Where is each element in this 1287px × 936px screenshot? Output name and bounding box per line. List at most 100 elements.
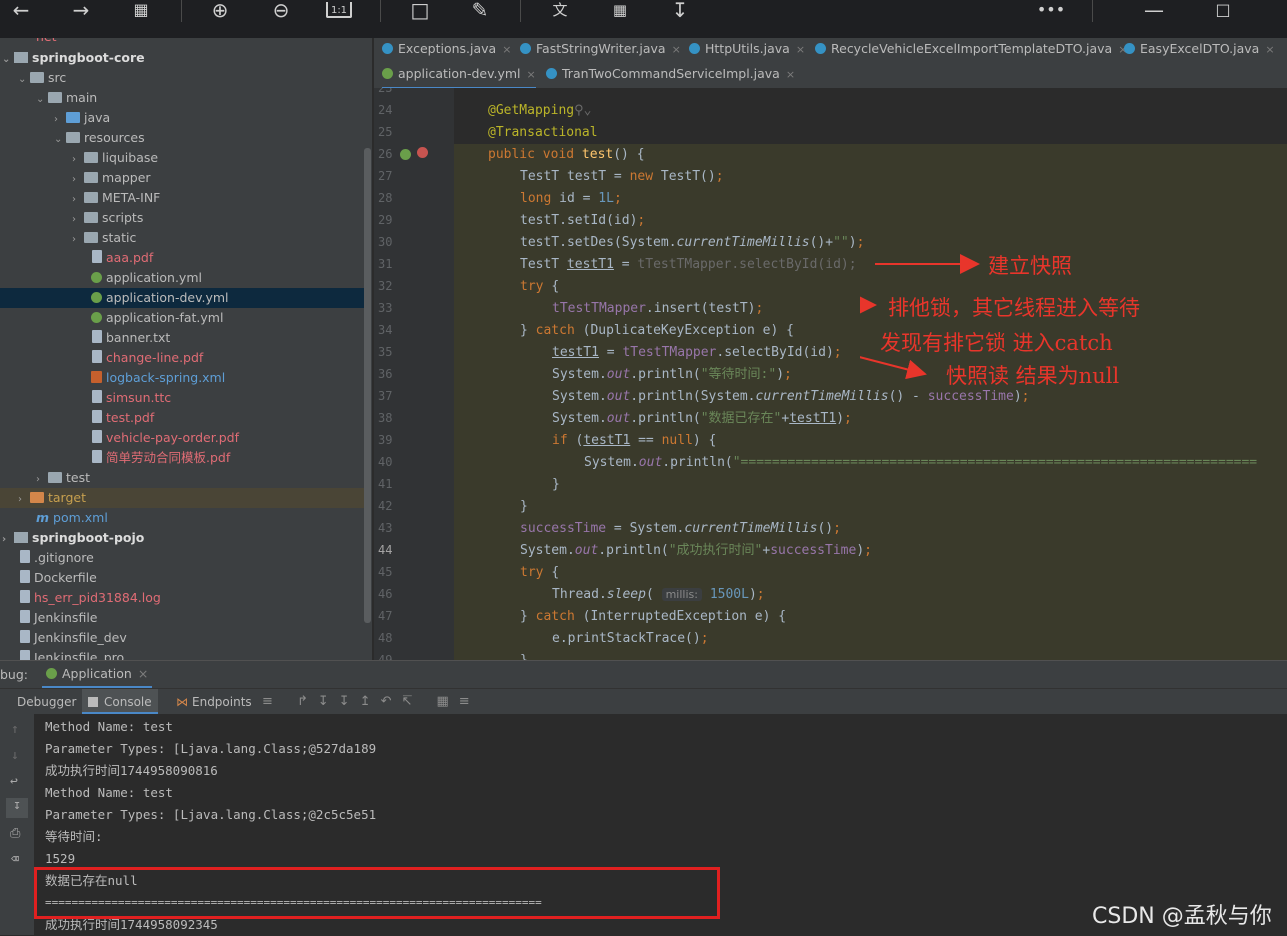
soft-wrap-icon[interactable]: ↩ bbox=[10, 774, 18, 789]
chevron-right-icon[interactable]: › bbox=[72, 190, 84, 210]
tab-easyexceldto[interactable]: EasyExcelDTO.java × bbox=[1124, 38, 1275, 62]
tree-item-mapper[interactable]: › mapper bbox=[72, 168, 151, 188]
tree-item-springboot-pojo[interactable]: › springboot-pojo bbox=[2, 528, 144, 548]
tree-item-file[interactable]: aaa.pdf bbox=[90, 248, 153, 268]
tree-item-file[interactable]: .gitignore bbox=[18, 548, 94, 568]
grid-icon[interactable]: ▦ bbox=[126, 0, 156, 26]
tab-httputils[interactable]: HttpUtils.java × bbox=[689, 38, 805, 62]
tree-item-meta-inf[interactable]: › META-INF bbox=[72, 188, 160, 208]
debug-session-tab[interactable]: Application × bbox=[42, 661, 153, 689]
close-icon[interactable]: × bbox=[138, 666, 148, 681]
tree-item-file[interactable]: application-fat.yml bbox=[90, 308, 223, 328]
trash-icon[interactable]: ⌫ bbox=[11, 852, 19, 867]
tree-item-file[interactable]: logback-spring.xml bbox=[90, 368, 225, 388]
chevron-down-icon[interactable]: ⌄ bbox=[54, 130, 66, 150]
tab-faststringwriter[interactable]: FastStringWriter.java × bbox=[520, 38, 681, 62]
save-icon[interactable]: ↧ bbox=[665, 0, 695, 26]
code-line: long id = 1L; bbox=[520, 191, 622, 206]
tree-item-liquibase[interactable]: › liquibase bbox=[72, 148, 158, 168]
chevron-down-icon[interactable]: ⌄ bbox=[18, 70, 30, 90]
tree-item-java[interactable]: › java bbox=[54, 108, 110, 128]
chevron-right-icon[interactable]: › bbox=[54, 110, 66, 130]
tree-item-file[interactable]: Jenkinsfile_dev bbox=[18, 628, 127, 648]
debug-subtabs: Debugger Console ⋈ Endpoints ≡ ↱↧↧↥↶↸ ▦≡ bbox=[0, 688, 1287, 715]
translate-icon[interactable]: 文 bbox=[545, 0, 575, 26]
zoom-in-icon[interactable]: ⊕ bbox=[205, 0, 235, 26]
tab-console[interactable]: Console bbox=[82, 689, 158, 715]
docker-file-icon bbox=[20, 570, 30, 583]
scan-icon[interactable]: ▦ bbox=[605, 0, 635, 26]
maximize-icon[interactable]: □ bbox=[1208, 0, 1238, 26]
tree-item-src[interactable]: ⌄ src bbox=[18, 68, 66, 88]
chevron-right-icon[interactable]: › bbox=[18, 490, 30, 510]
chevron-down-icon[interactable]: ⌄ bbox=[2, 50, 14, 70]
tree-item-selected[interactable]: application-dev.yml bbox=[0, 288, 364, 308]
breakpoint-icon[interactable] bbox=[417, 147, 428, 158]
tree-item-file[interactable]: application.yml bbox=[90, 268, 202, 288]
tab-application-dev[interactable]: application-dev.yml × bbox=[382, 63, 536, 90]
tab-recyclevehicle[interactable]: RecycleVehicleExcelImportTemplateDTO.jav… bbox=[815, 38, 1127, 62]
minimize-icon[interactable]: — bbox=[1139, 0, 1169, 26]
tree-item-springboot-core[interactable]: ⌄ springboot-core bbox=[2, 48, 145, 68]
zoom-out-icon[interactable]: ⊖ bbox=[266, 0, 296, 26]
tree-item-main[interactable]: ⌄ main bbox=[36, 88, 97, 108]
tree-item-target[interactable]: › target bbox=[0, 488, 364, 508]
arrow-down-icon[interactable]: ↓ bbox=[11, 748, 19, 763]
debug-step-toolbar[interactable]: ≡ ↱↧↧↥↶↸ ▦≡ bbox=[262, 694, 480, 709]
close-icon[interactable]: × bbox=[1265, 43, 1274, 56]
chevron-right-icon[interactable]: › bbox=[72, 230, 84, 250]
code-line: try { bbox=[520, 565, 560, 580]
chevron-right-icon[interactable]: › bbox=[72, 210, 84, 230]
tree-item-file[interactable]: change-line.pdf bbox=[90, 348, 203, 368]
tree-item-file[interactable]: simsun.ttc bbox=[90, 388, 171, 408]
crop-icon[interactable]: □ bbox=[405, 0, 435, 26]
chevron-right-icon[interactable]: › bbox=[36, 470, 48, 490]
class-icon bbox=[520, 43, 531, 54]
tree-item-pom[interactable]: m pom.xml bbox=[36, 508, 108, 528]
tree-item-file[interactable]: Jenkinsfile_pro bbox=[18, 648, 124, 660]
close-icon[interactable]: × bbox=[502, 43, 511, 56]
tree-item-resources[interactable]: ⌄ resources bbox=[54, 128, 145, 148]
console-line: Parameter Types: [Ljava.lang.Class;@2c5c… bbox=[45, 807, 377, 822]
close-icon[interactable]: × bbox=[527, 68, 536, 81]
chevron-right-icon[interactable]: › bbox=[72, 150, 84, 170]
chevron-down-icon[interactable]: ⌄ bbox=[36, 90, 48, 110]
line-number: 41 bbox=[378, 477, 393, 491]
tree-item-file[interactable]: test.pdf bbox=[90, 408, 154, 428]
folder-icon bbox=[48, 472, 62, 483]
tree-item-test[interactable]: › test bbox=[36, 468, 90, 488]
maven-icon: m bbox=[36, 510, 50, 525]
scroll-to-end-icon[interactable]: ↧ bbox=[6, 798, 28, 818]
tree-item[interactable]: net bbox=[36, 38, 57, 47]
tree-item-file[interactable]: 简单劳动合同模板.pdf bbox=[90, 448, 230, 468]
tree-scrollbar[interactable] bbox=[364, 148, 371, 623]
viewer-toolbar: ← → ▦ ⊕ ⊖ 1:1 □ ✎ 文 ▦ ↧ ••• — □ bbox=[0, 0, 1287, 38]
arrow-up-icon[interactable]: ↑ bbox=[11, 722, 19, 737]
close-icon[interactable]: × bbox=[796, 43, 805, 56]
edit-icon[interactable]: ✎ bbox=[465, 0, 495, 26]
code-line: } bbox=[520, 650, 528, 660]
tab-trantwocommand[interactable]: TranTwoCommandServiceImpl.java × bbox=[546, 63, 795, 87]
tree-item-scripts[interactable]: › scripts bbox=[72, 208, 143, 228]
tree-item-file[interactable]: Dockerfile bbox=[18, 568, 97, 588]
chevron-right-icon[interactable]: › bbox=[72, 170, 84, 190]
run-gutter-icon[interactable] bbox=[400, 149, 411, 160]
close-icon[interactable]: × bbox=[672, 43, 681, 56]
tree-item-static[interactable]: › static bbox=[72, 228, 136, 248]
tab-exceptions[interactable]: Exceptions.java × bbox=[382, 38, 511, 62]
tab-debugger[interactable]: Debugger bbox=[17, 689, 76, 715]
forward-icon[interactable]: → bbox=[66, 0, 96, 26]
chevron-right-icon[interactable]: › bbox=[2, 530, 14, 550]
more-icon[interactable]: ••• bbox=[1036, 0, 1066, 26]
tree-item-file[interactable]: banner.txt bbox=[90, 328, 170, 348]
tab-endpoints[interactable]: ⋈ Endpoints bbox=[176, 689, 252, 715]
close-icon[interactable]: × bbox=[786, 68, 795, 81]
print-icon[interactable]: ⎙ bbox=[10, 826, 20, 841]
tree-item-file[interactable]: hs_err_pid31884.log bbox=[18, 588, 161, 608]
line-number: 47 bbox=[378, 609, 393, 623]
actual-size-icon[interactable]: 1:1 bbox=[326, 2, 352, 18]
tree-item-file[interactable]: vehicle-pay-order.pdf bbox=[90, 428, 239, 448]
project-tree: net ⌄springboot-core ⌄src ⌄main ›java ⌄r… bbox=[0, 38, 372, 660]
tree-item-file[interactable]: Jenkinsfile bbox=[18, 608, 97, 628]
back-icon[interactable]: ← bbox=[6, 0, 36, 26]
